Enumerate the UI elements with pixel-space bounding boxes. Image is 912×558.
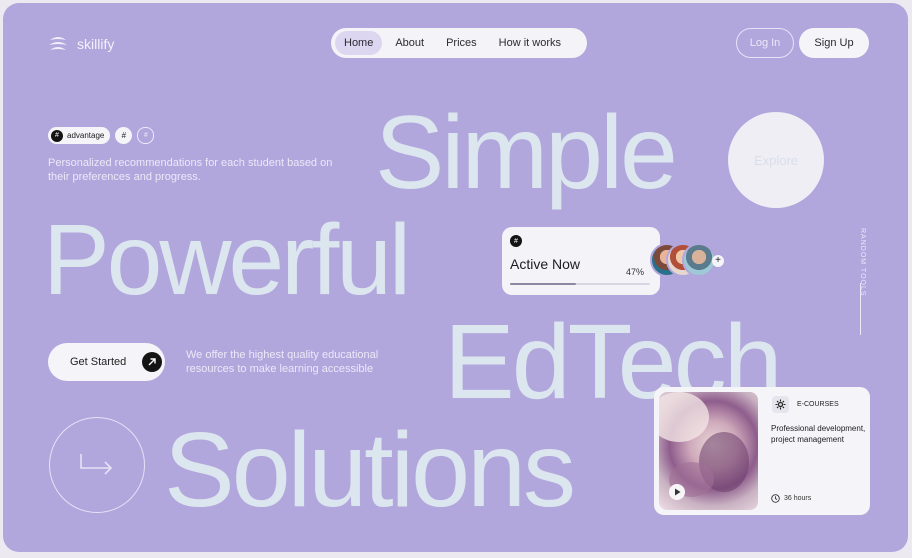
hash-outline-chip[interactable]: # — [137, 127, 155, 144]
tag-chips: # advantage # # — [48, 127, 155, 144]
headline-solutions: Solutions — [164, 411, 576, 529]
course-title: Professional development, project manage… — [771, 424, 866, 444]
login-button[interactable]: Log In — [736, 28, 794, 58]
course-image — [659, 392, 758, 510]
advantage-chip-label: advantage — [67, 131, 105, 140]
clock-icon — [771, 494, 780, 503]
nav-about[interactable]: About — [386, 31, 433, 55]
headline-simple: Simple — [375, 95, 678, 211]
course-tag: E-COURSES — [772, 396, 839, 413]
signup-button[interactable]: Sign Up — [799, 28, 869, 58]
active-now-title: Active Now — [510, 256, 581, 272]
active-progress-fill — [510, 283, 576, 285]
plus-icon[interactable]: + — [712, 255, 724, 267]
play-icon[interactable] — [669, 484, 685, 500]
brand-logo[interactable]: skillify — [47, 34, 114, 54]
course-duration: 36 hours — [771, 494, 811, 503]
headline-powerful: Powerful — [43, 204, 411, 316]
arrow-return-icon — [80, 454, 113, 475]
course-card[interactable]: E-COURSES Professional development, proj… — [654, 387, 870, 515]
get-started-button[interactable]: Get Started — [48, 343, 165, 381]
avatar — [682, 243, 716, 277]
advantage-chip[interactable]: # advantage — [48, 127, 111, 144]
hash-icon: # — [51, 129, 63, 142]
main-nav: Home About Prices How it works — [331, 28, 587, 58]
gear-icon — [772, 396, 789, 413]
get-started-label: Get Started — [70, 356, 127, 368]
offer-text: We offer the highest quality educational… — [186, 349, 379, 375]
side-scroll-label: RANDOM TOOLS — [856, 228, 870, 338]
nav-home[interactable]: Home — [335, 31, 383, 55]
course-tag-label: E-COURSES — [797, 401, 839, 408]
explore-button[interactable]: Explore — [728, 112, 824, 208]
page-frame: skillify Home About Prices How it works … — [3, 3, 908, 552]
hash-icon: # — [510, 235, 522, 247]
avatar-group[interactable]: + — [650, 243, 730, 279]
next-arrow-button[interactable] — [49, 417, 145, 513]
nav-prices[interactable]: Prices — [437, 31, 486, 55]
logo-mark-icon — [49, 37, 67, 50]
hash-chip[interactable]: # — [115, 127, 133, 144]
arrow-up-right-icon — [142, 352, 162, 372]
course-hours-label: 36 hours — [784, 495, 812, 502]
active-now-card: # Active Now 47% — [502, 227, 660, 295]
scroll-line — [860, 283, 861, 335]
active-progress-value: 47% — [626, 267, 645, 277]
brand-name: skillify — [77, 36, 115, 52]
nav-how-it-works[interactable]: How it works — [490, 31, 570, 55]
active-progress-bar — [510, 283, 650, 285]
image-shape — [659, 392, 709, 442]
side-label-text: RANDOM TOOLS — [859, 228, 866, 297]
hero-description: Personalized recommendations for each st… — [48, 157, 333, 183]
